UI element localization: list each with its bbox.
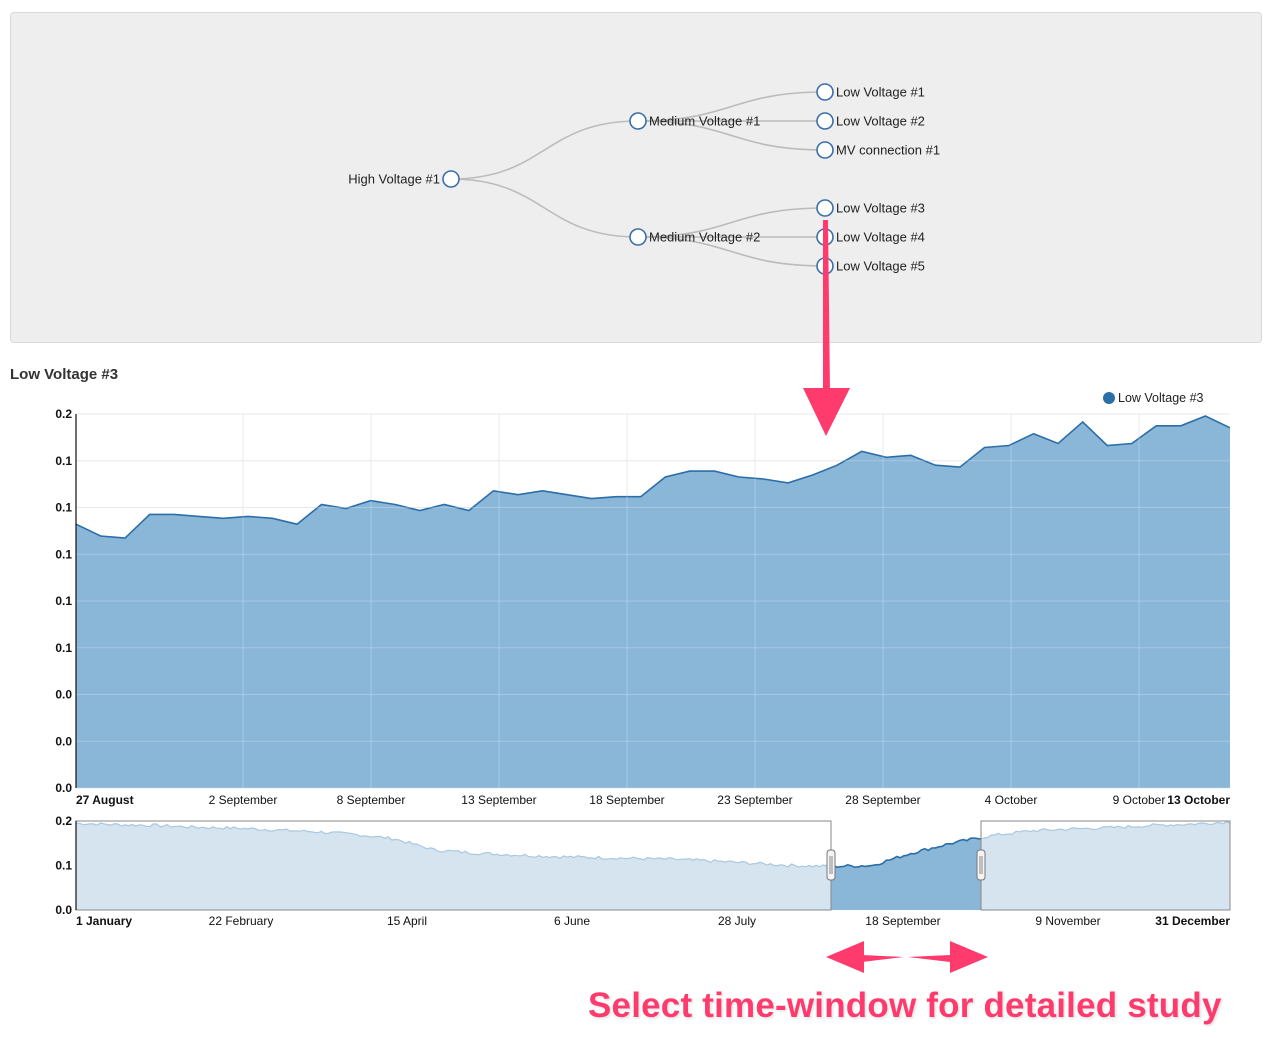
y-tick-label: 0.1	[55, 501, 72, 515]
network-tree-panel: High Voltage #1 Medium Voltage #1 Medium V…	[10, 12, 1262, 343]
tree-node-label: Low Voltage #1	[836, 85, 925, 100]
x-tick-label: 18 September	[589, 793, 664, 807]
x-tick-label: 13 October	[1167, 793, 1230, 807]
tree-node-mv1[interactable]: Medium Voltage #1	[629, 112, 760, 130]
context-x-tick-label: 28 July	[718, 914, 756, 928]
tree-node-circle[interactable]	[816, 228, 834, 246]
annotation-arrow-shaft-right	[908, 955, 950, 962]
y-tick-label: 0.2	[55, 407, 72, 421]
annotation-arrow-shaft-left	[862, 955, 904, 962]
x-tick-label: 2 September	[209, 793, 278, 807]
tree-node-label: Low Voltage #4	[836, 230, 925, 245]
tree-node-lv4[interactable]: Low Voltage #4	[816, 228, 925, 246]
tree-node-circle[interactable]	[629, 228, 647, 246]
annotation-arrow-head-right	[950, 941, 988, 973]
context-y-tick-label: 0.0	[55, 903, 72, 917]
x-tick-label: 23 September	[717, 793, 792, 807]
chart-legend[interactable]: Low Voltage #3	[1103, 391, 1204, 405]
y-tick-label: 0.0	[55, 688, 72, 702]
tree-node-circle[interactable]	[816, 141, 834, 159]
tree-node-mv2[interactable]: Medium Voltage #2	[629, 228, 760, 246]
legend-swatch	[1103, 392, 1115, 404]
focus-y-axis: 0.0 0.0 0.0 0.1 0.1 0.1 0.1 0.1 0.2	[55, 407, 77, 795]
y-tick-label: 0.1	[55, 547, 72, 561]
tree-node-lv5[interactable]: Low Voltage #5	[816, 257, 925, 275]
tree-node-label: Low Voltage #5	[836, 259, 925, 274]
context-x-tick-label: 9 November	[1035, 914, 1100, 928]
tree-node-label: Medium Voltage #1	[649, 114, 760, 129]
series-area	[76, 416, 1230, 788]
x-tick-label: 8 September	[337, 793, 406, 807]
tree-node-circle[interactable]	[816, 257, 834, 275]
legend-label: Low Voltage #3	[1118, 391, 1204, 405]
context-area	[76, 821, 1230, 910]
context-y-tick-label: 0.1	[55, 859, 72, 873]
brush-handle-left[interactable]	[826, 849, 836, 881]
tree-node-circle[interactable]	[629, 112, 647, 130]
context-x-tick-label: 15 April	[387, 914, 427, 928]
x-tick-label: 9 October	[1113, 793, 1166, 807]
x-tick-label: 27 August	[76, 793, 134, 807]
y-tick-label: 0.1	[55, 454, 72, 468]
tree-node-label: High Voltage #1	[348, 172, 440, 187]
tree-link-hv1-mv1	[450, 120, 639, 180]
tree-node-hv1[interactable]: High Voltage #1	[348, 170, 460, 188]
context-x-axis: 1 January 22 February 15 April 6 June 28 Jul…	[76, 914, 1230, 928]
y-tick-label: 0.1	[55, 594, 72, 608]
focus-x-axis: 27 August 2 September 8 September 13 Septem…	[76, 793, 1230, 807]
context-x-tick-label: 1 January	[76, 914, 132, 928]
context-x-tick-label: 18 September	[865, 914, 940, 928]
tree-node-circle[interactable]	[816, 112, 834, 130]
context-y-axis: 0.0 0.1 0.2	[55, 814, 77, 917]
context-y-tick-label: 0.2	[55, 814, 72, 828]
y-tick-label: 0.0	[55, 734, 72, 748]
tree-node-circle[interactable]	[816, 83, 834, 101]
y-tick-label: 0.1	[55, 641, 72, 655]
focus-plot	[75, 413, 1231, 789]
tree-link-hv1-mv2	[450, 178, 639, 238]
context-x-tick-label: 6 June	[554, 914, 590, 928]
brush-handle-right[interactable]	[976, 849, 986, 881]
tree-node-label: Low Voltage #2	[836, 114, 925, 129]
tree-node-label: Medium Voltage #2	[649, 230, 760, 245]
tree-node-label: MV connection #1	[836, 143, 940, 158]
context-plot	[75, 820, 1231, 911]
tree-node-label: Low Voltage #3	[836, 201, 925, 216]
context-x-tick-label: 31 December	[1155, 914, 1230, 928]
y-tick-label: 0.0	[55, 781, 72, 795]
x-tick-label: 28 September	[845, 793, 920, 807]
annotation-arrow-head-left	[826, 941, 864, 973]
tree-node-lv2[interactable]: Low Voltage #2	[816, 112, 925, 130]
tree-node-circle[interactable]	[442, 170, 460, 188]
chart-area: 0.0 0.0 0.0 0.1 0.1 0.1 0.1 0.1 0.2 27 August 2 S…	[55, 391, 1231, 928]
tree-node-lv1[interactable]: Low Voltage #1	[816, 83, 925, 101]
tree-node-mvc1[interactable]: MV connection #1	[816, 141, 940, 159]
network-tree: High Voltage #1 Medium Voltage #1 Medium V…	[348, 83, 940, 275]
annotation-text: Select time-window for detailed study	[588, 986, 1222, 1025]
context-x-tick-label: 22 February	[209, 914, 274, 928]
tree-node-lv3[interactable]: Low Voltage #3	[816, 199, 925, 217]
tree-node-circle[interactable]	[816, 199, 834, 217]
x-tick-label: 13 September	[461, 793, 536, 807]
x-tick-label: 4 October	[985, 793, 1038, 807]
